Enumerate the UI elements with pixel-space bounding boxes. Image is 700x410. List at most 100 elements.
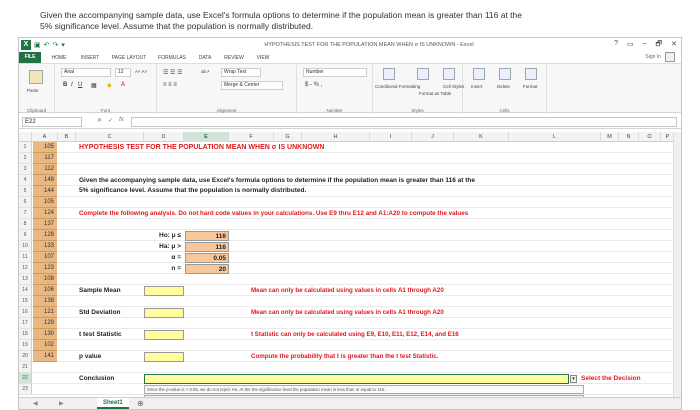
font-grow-icon[interactable]: A˄ A˅ — [135, 69, 147, 74]
p-value-input[interactable] — [144, 352, 184, 362]
worksheet-grid[interactable]: 1 2 3 4 5 6 7 8 9 10 11 12 13 14 15 16 17 18 19 20 21 22 23 105… — [19, 142, 681, 404]
row-header[interactable]: 14 — [19, 285, 32, 296]
account-icon[interactable] — [665, 52, 675, 62]
row-header[interactable]: 21 — [19, 362, 32, 373]
column-header-a[interactable]: A — [32, 132, 58, 142]
row-header[interactable]: 6 — [19, 197, 32, 208]
merge-center-button[interactable]: Merge & Center — [221, 81, 283, 90]
enter-icon[interactable]: ✓ — [108, 117, 113, 124]
sample-mean-input[interactable] — [144, 286, 184, 296]
row-header[interactable]: 9 — [19, 230, 32, 241]
sample-data-cell[interactable]: 124 — [33, 208, 57, 219]
column-header-o[interactable]: O — [639, 132, 661, 142]
insert-function-icon[interactable]: fx — [119, 117, 124, 124]
paste-label[interactable]: Paste — [27, 88, 39, 93]
sample-data-cell[interactable]: 129 — [33, 318, 57, 329]
redo-icon[interactable]: ↷ — [53, 41, 59, 49]
row-header[interactable]: 10 — [19, 241, 32, 252]
format-as-table-label[interactable]: Format as Table — [419, 91, 451, 96]
conclusion-dropdown-arrow[interactable]: ▾ — [570, 375, 577, 383]
tab-data[interactable]: DATA — [195, 54, 215, 63]
ha-value-cell[interactable]: 116 — [185, 242, 229, 252]
cell-styles-icon[interactable] — [443, 68, 455, 80]
std-dev-input[interactable] — [144, 308, 184, 318]
number-symbols[interactable]: $ - % , — [305, 82, 322, 88]
tab-home[interactable]: HOME — [47, 54, 71, 63]
font-color-icon[interactable]: A — [121, 82, 125, 88]
row-header[interactable]: 15 — [19, 296, 32, 307]
row-header[interactable]: 5 — [19, 186, 32, 197]
format-cells-icon[interactable] — [525, 68, 537, 80]
column-header-f[interactable]: F — [229, 132, 274, 142]
number-format-select[interactable]: Number — [303, 68, 367, 77]
sample-data-cell[interactable]: 108 — [33, 274, 57, 285]
align-top-icon[interactable]: ☰ ☰ ☰ — [163, 69, 182, 76]
dropdown-option-1[interactable]: Since the p-value is > 0.05, we do not r… — [144, 385, 584, 394]
tab-file[interactable]: FILE — [19, 52, 41, 63]
sample-data-cell[interactable]: 138 — [33, 296, 57, 307]
sample-data-cell[interactable]: 121 — [33, 307, 57, 318]
sample-data-cell[interactable]: 112 — [33, 164, 57, 175]
row-header[interactable]: 19 — [19, 340, 32, 351]
row-header[interactable]: 11 — [19, 252, 32, 263]
minimize-icon[interactable]: – — [643, 40, 647, 51]
conclusion-input[interactable] — [144, 374, 569, 384]
insert-cells-icon[interactable] — [473, 68, 485, 80]
delete-label[interactable]: Delete — [497, 84, 510, 89]
cancel-icon[interactable]: ✕ — [97, 117, 102, 124]
column-header-b[interactable]: B — [58, 132, 76, 142]
row-header[interactable]: 4 — [19, 175, 32, 186]
column-header-h[interactable]: H — [302, 132, 370, 142]
conditional-formatting-label[interactable]: Conditional Formatting — [375, 84, 420, 89]
column-header-d[interactable]: D — [144, 132, 184, 142]
format-label[interactable]: Format — [523, 84, 537, 89]
t-stat-input[interactable] — [144, 330, 184, 340]
row-header[interactable]: 16 — [19, 307, 32, 318]
delete-cells-icon[interactable] — [499, 68, 511, 80]
column-header-k[interactable]: K — [454, 132, 509, 142]
sample-data-cell[interactable]: 144 — [33, 186, 57, 197]
row-header[interactable]: 17 — [19, 318, 32, 329]
sample-data-cell[interactable]: 106 — [33, 285, 57, 296]
orientation-icon[interactable]: ab↗ — [201, 69, 210, 75]
close-icon[interactable]: ✕ — [671, 40, 677, 51]
paste-icon[interactable] — [29, 70, 43, 84]
sample-data-cell[interactable]: 137 — [33, 219, 57, 230]
ribbon-display-icon[interactable]: ▭ — [627, 40, 634, 51]
formula-input[interactable] — [131, 117, 677, 127]
customize-qat-icon[interactable]: ▾ — [61, 41, 65, 49]
row-header[interactable]: 18 — [19, 329, 32, 340]
select-all-corner[interactable] — [19, 132, 32, 142]
row-header[interactable]: 13 — [19, 274, 32, 285]
sample-data-cell[interactable]: 123 — [33, 263, 57, 274]
undo-icon[interactable]: ↶ — [44, 41, 50, 49]
save-icon[interactable]: ▣ — [34, 41, 41, 49]
tab-review[interactable]: REVIEW — [221, 54, 247, 63]
row-header[interactable]: 8 — [19, 219, 32, 230]
prev-sheet-icon[interactable]: ◀ — [33, 400, 38, 407]
fill-color-icon[interactable]: ◆ — [107, 82, 112, 89]
tab-formulas[interactable]: FORMULAS — [155, 54, 189, 63]
sheet-tab-sheet1[interactable]: Sheet1 — [97, 398, 129, 409]
font-size-select[interactable]: 12 — [115, 68, 131, 77]
row-header[interactable]: 23 — [19, 384, 32, 395]
vertical-scrollbar[interactable] — [673, 132, 681, 400]
tab-page-layout[interactable]: PAGE LAYOUT — [109, 54, 149, 63]
sample-data-cell[interactable]: 107 — [33, 252, 57, 263]
column-header-g[interactable]: G — [274, 132, 302, 142]
sample-data-cell[interactable]: 117 — [33, 153, 57, 164]
column-header-i[interactable]: I — [370, 132, 412, 142]
ho-value-cell[interactable]: 116 — [185, 231, 229, 241]
column-header-n[interactable]: N — [619, 132, 639, 142]
sample-data-cell[interactable]: 133 — [33, 241, 57, 252]
column-header-c[interactable]: C — [76, 132, 144, 142]
sample-data-cell[interactable]: 102 — [33, 340, 57, 351]
tab-insert[interactable]: INSERT — [77, 54, 103, 63]
restore-icon[interactable]: 🗗 — [656, 40, 663, 51]
align-left-icon[interactable]: ≡ ≡ ≡ — [163, 82, 177, 88]
help-icon[interactable]: ? — [614, 40, 618, 51]
row-header[interactable]: 2 — [19, 153, 32, 164]
row-header[interactable]: 1 — [19, 142, 32, 153]
row-header[interactable]: 22 — [19, 373, 32, 384]
row-header[interactable]: 12 — [19, 263, 32, 274]
